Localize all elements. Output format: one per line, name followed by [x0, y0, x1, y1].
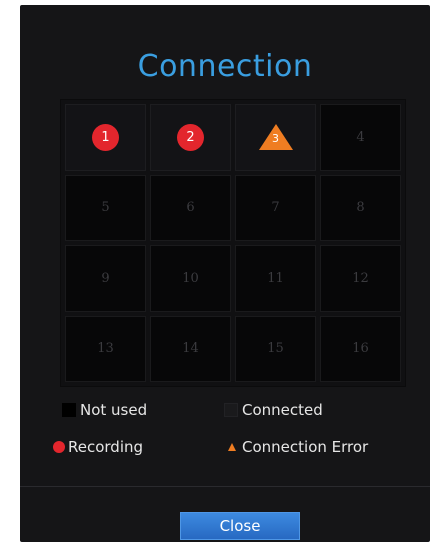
channel-number: 14 [182, 341, 199, 357]
channel-cell-12[interactable]: 12 [320, 245, 401, 312]
warning-triangle-icon [228, 443, 236, 451]
recording-icon: 1 [92, 123, 119, 151]
channel-cell-15[interactable]: 15 [235, 315, 316, 382]
channel-cell-1[interactable]: 1 [65, 104, 146, 171]
legend-connection-error: Connection Error [228, 438, 368, 456]
channel-cell-6[interactable]: 6 [150, 174, 231, 241]
legend-label: Connected [242, 401, 323, 419]
dialog-title: Connection [137, 49, 313, 84]
close-button[interactable]: Close [180, 512, 300, 540]
channel-number: 15 [267, 341, 284, 357]
connection-dialog: Connection 1 2 3 4 5 6 7 8 9 10 11 12 13… [20, 5, 430, 542]
channel-number: 12 [352, 270, 369, 286]
channel-cell-3[interactable]: 3 [235, 104, 316, 171]
channel-number: 8 [356, 200, 365, 216]
channel-grid: 1 2 3 4 5 6 7 8 9 10 11 12 13 14 15 16 [60, 99, 406, 387]
legend-not-used: Not used [62, 401, 147, 419]
channel-cell-5[interactable]: 5 [65, 174, 146, 241]
recording-icon: 2 [177, 123, 204, 151]
channel-cell-14[interactable]: 14 [150, 315, 231, 382]
channel-number: 13 [97, 341, 114, 357]
channel-cell-9[interactable]: 9 [65, 245, 146, 312]
status-legend: Not used Connected Recording Connection … [53, 401, 412, 461]
legend-recording: Recording [53, 438, 143, 456]
channel-number: 16 [352, 341, 369, 357]
legend-label: Connection Error [242, 438, 369, 456]
footer-divider [20, 486, 430, 487]
channel-number: 7 [271, 200, 280, 216]
connected-swatch-icon [224, 403, 238, 417]
channel-cell-7[interactable]: 7 [235, 174, 316, 241]
connection-error-icon: 3 [258, 122, 294, 152]
channel-number: 9 [101, 270, 110, 286]
channel-cell-2[interactable]: 2 [150, 104, 231, 171]
channel-number: 3 [272, 132, 279, 146]
channel-cell-4[interactable]: 4 [320, 104, 401, 171]
channel-cell-13[interactable]: 13 [65, 315, 146, 382]
channel-number: 11 [267, 270, 284, 286]
channel-number: 6 [186, 200, 195, 216]
recording-dot-icon [53, 441, 65, 453]
channel-number: 10 [182, 270, 199, 286]
channel-number: 4 [356, 129, 365, 145]
legend-connected: Connected [224, 401, 323, 419]
channel-cell-16[interactable]: 16 [320, 315, 401, 382]
channel-cell-8[interactable]: 8 [320, 174, 401, 241]
not-used-swatch-icon [62, 403, 76, 417]
channel-cell-10[interactable]: 10 [150, 245, 231, 312]
legend-label: Recording [68, 438, 144, 456]
legend-label: Not used [80, 401, 148, 419]
channel-number: 5 [101, 200, 110, 216]
channel-cell-11[interactable]: 11 [235, 245, 316, 312]
